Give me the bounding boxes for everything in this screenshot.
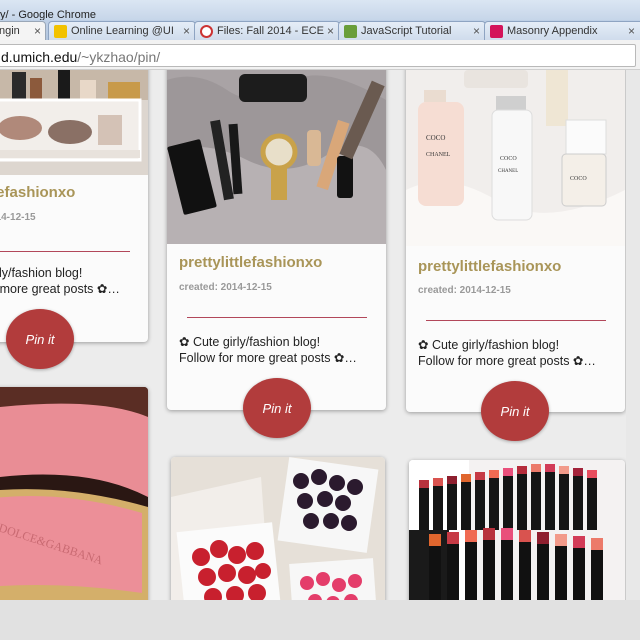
pin-description-line: irly/fashion blog! [0,266,83,280]
tab-label: Online Learning @UI [71,25,174,37]
pin-card: lefashionxo 014-12-15 irly/fashion blog!… [0,70,148,342]
pin-created-date: created: 2014-12-15 [418,285,511,296]
divider [187,317,367,318]
browser-toolbar: d.umich.edu/~ykzhao/pin/ [0,40,640,70]
close-icon[interactable]: × [183,24,190,38]
pin-card: DOLCE&GABBANA [0,387,148,600]
pin-image-chanel-perfume: COCO CHANEL COCO CHANEL COCO [406,70,625,246]
tab-label: JavaScript Tutorial [361,25,452,37]
pin-board: lefashionxo 014-12-15 irly/fashion blog!… [0,70,640,600]
pin-it-button[interactable]: Pin it [6,309,74,369]
pin-card: COCO CHANEL COCO CHANEL COCO prettylittl… [406,70,625,412]
tab-javascript[interactable]: JavaScript Tutorial × [338,21,486,40]
pin-created-date: created: 2014-12-15 [179,282,272,293]
tab-active[interactable]: ngin × [0,21,46,40]
pin-image-blush-compact: DOLCE&GABBANA [0,387,148,600]
svg-text:CHANEL: CHANEL [426,152,451,158]
pin-username[interactable]: prettylittlefashionxo [418,258,561,275]
tab-label: Files: Fall 2014 - ECE [217,25,324,37]
pin-image-makeup-organizer [0,70,148,175]
pin-card [409,460,625,600]
close-icon[interactable]: × [628,24,635,38]
url-text: d.umich.edu/~ykzhao/pin/ [1,49,160,65]
pin-description-line: ✿ Cute girly/fashion blog! [179,335,321,349]
pin-description-line: Follow for more great posts ✿… [418,354,596,368]
url-path: /~ykzhao/pin/ [77,49,161,65]
pin-image-lipsticks [409,460,625,600]
masonry-d-icon [490,25,503,38]
tab-masonry[interactable]: Masonry Appendix × [484,21,640,40]
svg-text:COCO: COCO [500,156,517,162]
tab-strip: ngin × Online Learning @UI × Files: Fall… [0,20,640,40]
page-scrollbar[interactable] [626,70,640,600]
close-icon[interactable]: × [327,24,334,38]
pin-it-button[interactable]: Pin it [481,381,549,441]
tab-files[interactable]: Files: Fall 2014 - ECE × [194,21,340,40]
pin-created-date: 014-12-15 [0,212,36,223]
status-bar [0,600,640,640]
block-m-icon [54,25,67,38]
close-icon[interactable]: × [34,24,41,38]
tab-online-learning[interactable]: Online Learning @UI × [48,21,196,40]
svg-text:COCO: COCO [426,134,445,142]
url-host: d.umich.edu [1,49,78,65]
tab-label: Masonry Appendix [507,25,598,37]
address-bar[interactable]: d.umich.edu/~ykzhao/pin/ [0,44,636,67]
svg-text:COCO: COCO [570,176,587,182]
window-titlebar: y/ - Google Chrome [0,0,640,22]
close-icon[interactable]: × [473,24,480,38]
loading-icon [200,25,213,38]
pin-description-line: ✿ Cute girly/fashion blog! [418,338,560,352]
pin-username[interactable]: lefashionxo [0,184,75,201]
pin-card [171,457,385,600]
pin-it-button[interactable]: Pin it [243,378,311,438]
pin-card: prettylittlefashionxo created: 2014-12-1… [167,70,386,410]
pin-description-line: r more great posts ✿… [0,282,120,296]
divider [0,251,130,252]
pin-image-berries [171,457,385,600]
tab-label: ngin [0,25,20,37]
pin-description-line: Follow for more great posts ✿… [179,351,357,365]
w3-icon [344,25,357,38]
svg-text:CHANEL: CHANEL [498,169,518,174]
pin-username[interactable]: prettylittlefashionxo [179,254,322,271]
divider [426,320,606,321]
pin-image-cosmetics-fur [167,70,386,244]
